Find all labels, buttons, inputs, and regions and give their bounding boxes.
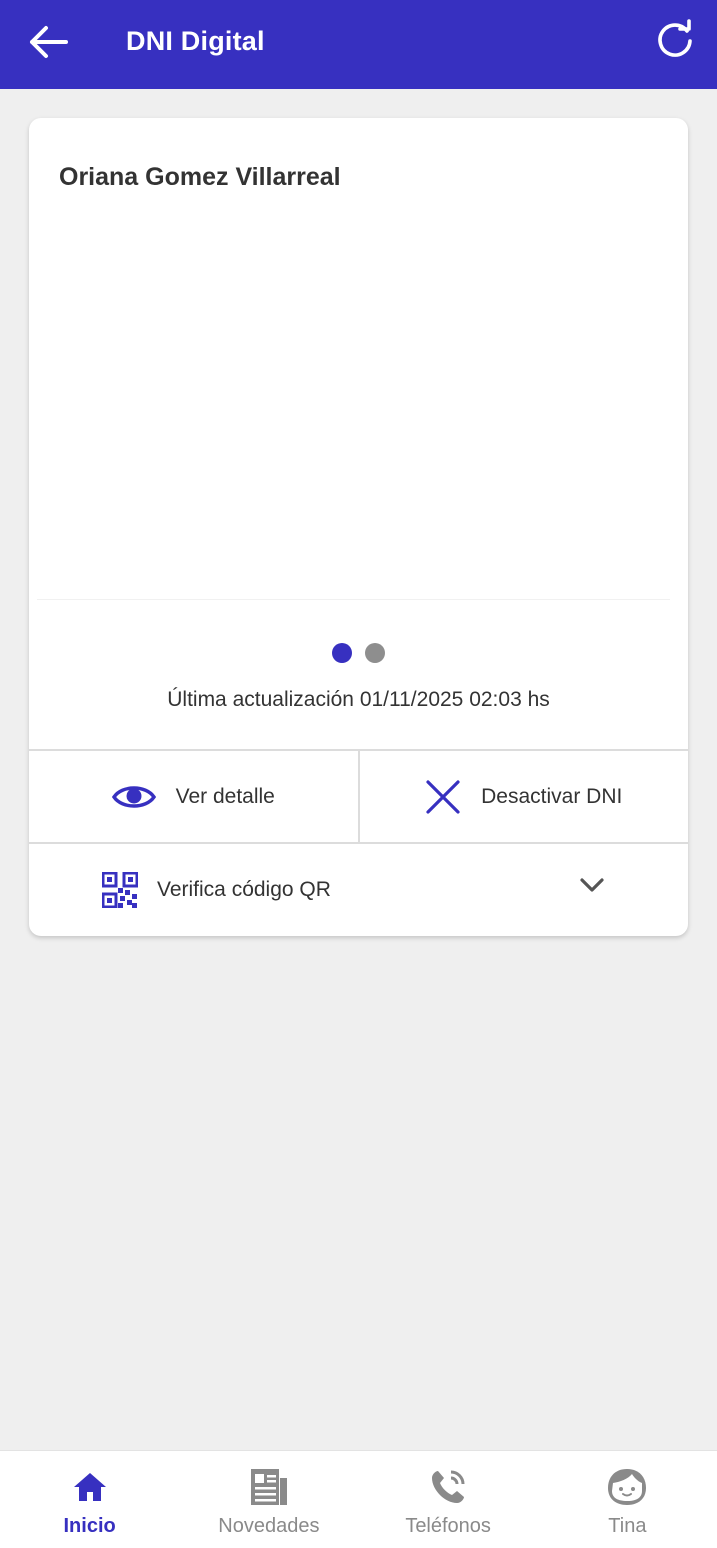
verify-qr-label: Verifica código QR <box>157 878 331 901</box>
view-detail-button[interactable]: Ver detalle <box>29 751 358 842</box>
refresh-icon <box>658 19 692 57</box>
nav-item-novedades[interactable]: Novedades <box>179 1451 358 1548</box>
view-detail-label: Ver detalle <box>175 784 275 808</box>
dni-image-area[interactable] <box>37 208 670 600</box>
holder-name: Oriana Gomez Villarreal <box>59 163 341 191</box>
refresh-button[interactable] <box>653 18 697 62</box>
nav-item-inicio[interactable]: Inicio <box>0 1451 179 1548</box>
arrow-left-icon <box>30 26 68 58</box>
bottom-navigation: Inicio Novedades Teléfonos Tina <box>0 1450 717 1548</box>
deactivate-dni-label: Desactivar DNI <box>481 784 623 808</box>
back-button[interactable] <box>26 22 70 62</box>
verify-qr-row[interactable]: Verifica código QR <box>29 844 688 936</box>
qr-code-icon <box>102 872 138 908</box>
nav-item-telefonos[interactable]: Teléfonos <box>359 1451 538 1548</box>
last-update-text: Última actualización 01/11/2025 02:03 hs <box>167 688 550 711</box>
nav-item-tina[interactable]: Tina <box>538 1451 717 1548</box>
eye-icon <box>111 785 156 808</box>
carousel-dot-1[interactable] <box>332 643 352 663</box>
app-bar: DNI Digital <box>0 0 717 89</box>
page-title: DNI Digital <box>126 26 265 56</box>
nav-label-telefonos: Teléfonos <box>405 1515 491 1537</box>
face-icon <box>608 1469 647 1505</box>
phone-icon <box>432 1470 465 1503</box>
dni-card: Oriana Gomez Villarreal Última actualiza… <box>29 118 688 936</box>
card-actions: Ver detalle Desactivar DNI <box>29 749 688 844</box>
nav-label-tina: Tina <box>608 1515 647 1537</box>
newspaper-icon <box>250 1469 287 1505</box>
deactivate-dni-button[interactable]: Desactivar DNI <box>357 751 689 842</box>
carousel-dot-2[interactable] <box>365 643 385 663</box>
home-icon <box>73 1473 106 1501</box>
carousel-indicator <box>29 643 688 663</box>
close-icon <box>426 779 460 814</box>
nav-label-inicio: Inicio <box>63 1515 116 1537</box>
chevron-down-icon[interactable] <box>579 876 605 894</box>
nav-label-novedades: Novedades <box>218 1515 320 1537</box>
